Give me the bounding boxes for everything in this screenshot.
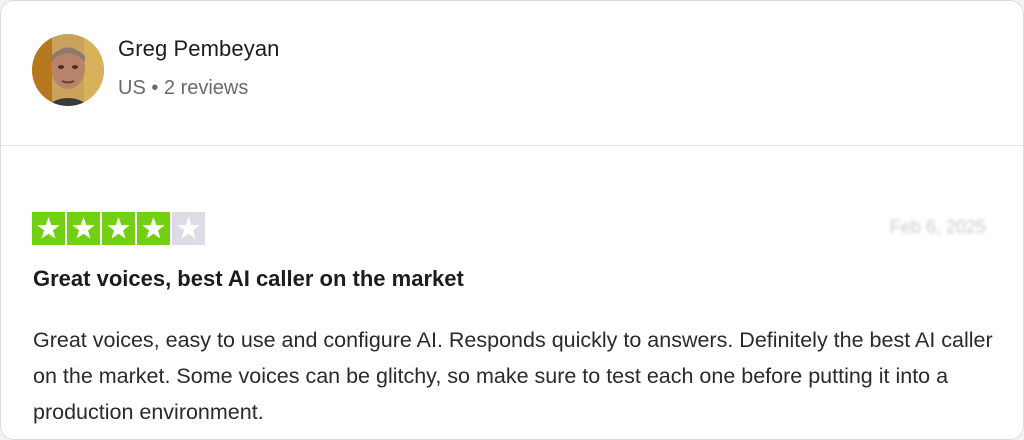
- star-rating: [32, 212, 205, 245]
- avatar[interactable]: [32, 34, 104, 106]
- review-body: Great voices, easy to use and configure …: [33, 328, 993, 424]
- review-title[interactable]: Great voices, best AI caller on the mark…: [33, 266, 464, 292]
- star-icon: [67, 212, 100, 245]
- review-date: Feb 6, 2025: [889, 217, 986, 237]
- star-icon: [102, 212, 135, 245]
- reviewer-meta: US • 2 reviews: [118, 77, 249, 99]
- review-card: Greg Pembeyan US • 2 reviews Feb 6, 2025…: [0, 0, 1024, 440]
- star-icon: [32, 212, 65, 245]
- reviewer-name[interactable]: Greg Pembeyan: [118, 36, 280, 62]
- reviewer-header: Greg Pembeyan US • 2 reviews: [1, 1, 1023, 146]
- star-icon: [137, 212, 170, 245]
- star-icon: [172, 212, 205, 245]
